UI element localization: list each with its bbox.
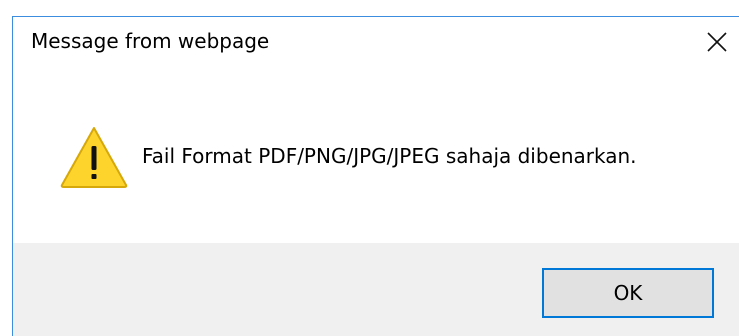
message-dialog: Message from webpage Fail Format PDF/PNG… bbox=[12, 16, 739, 336]
warning-icon bbox=[60, 127, 128, 188]
ok-button-label: OK bbox=[613, 281, 643, 305]
ok-button[interactable]: OK bbox=[542, 268, 714, 318]
dialog-message: Fail Format PDF/PNG/JPG/JPEG sahaja dibe… bbox=[142, 144, 637, 168]
close-button[interactable] bbox=[694, 22, 739, 62]
dialog-title: Message from webpage bbox=[31, 29, 270, 53]
close-icon bbox=[707, 32, 727, 52]
